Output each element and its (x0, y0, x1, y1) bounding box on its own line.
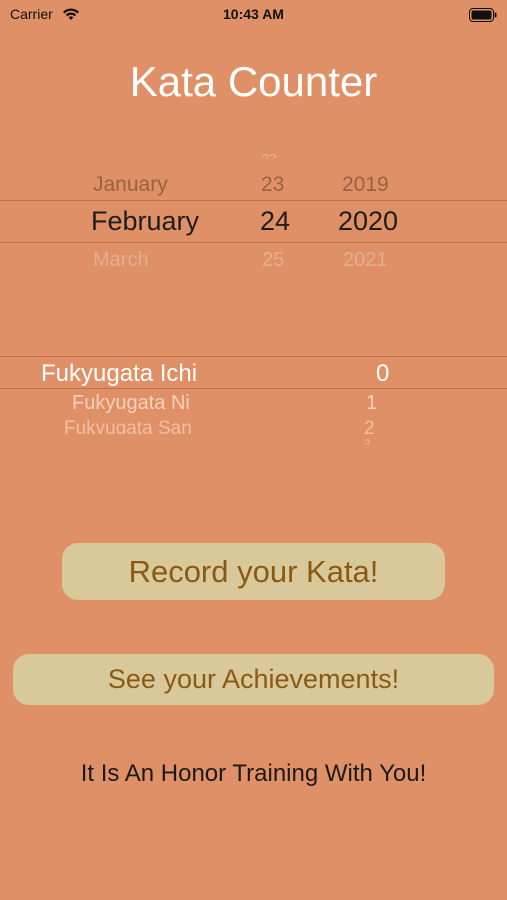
count-option-below3[interactable]: 3 (364, 437, 371, 445)
day-option-above-faint[interactable]: 22 (262, 150, 276, 159)
see-achievements-label: See your Achievements! (107, 664, 400, 694)
year-option-selected[interactable]: 2020 (338, 206, 398, 237)
year-option-above[interactable]: 2019 (342, 173, 389, 197)
day-option-above[interactable]: 23 (261, 173, 284, 197)
picker-divider-bottom (0, 242, 507, 243)
day-option-below[interactable]: 25 (262, 249, 284, 272)
picker-divider-top (0, 356, 507, 357)
record-kata-button[interactable]: Record your Kata! (62, 543, 445, 600)
clock: 10:43 AM (223, 6, 284, 22)
year-option-below[interactable]: 2021 (343, 249, 388, 272)
status-bar: Carrier 10:43 AM (0, 0, 507, 30)
month-option-below[interactable]: March (93, 249, 149, 272)
footer-message: It Is An Honor Training With You! (80, 760, 427, 787)
count-option-below1[interactable]: 1 (366, 392, 377, 415)
day-option-selected[interactable]: 24 (260, 206, 290, 237)
count-option-selected[interactable]: 0 (376, 360, 389, 388)
see-achievements-button[interactable]: See your Achievements! (13, 654, 494, 705)
battery-icon (469, 7, 497, 26)
kata-option-below2[interactable]: Fukyugata San (64, 418, 192, 434)
month-option-above[interactable]: January (93, 173, 168, 197)
month-option-selected[interactable]: February (91, 206, 199, 237)
record-kata-label: Record your Kata! (128, 553, 379, 589)
picker-divider-top (0, 200, 507, 201)
page-title: Kata Counter (129, 58, 378, 105)
kata-option-selected[interactable]: Fukyugata Ichi (41, 360, 197, 388)
kata-option-below1[interactable]: Fukyugata Ni (72, 392, 190, 415)
picker-divider-bottom (0, 388, 507, 389)
